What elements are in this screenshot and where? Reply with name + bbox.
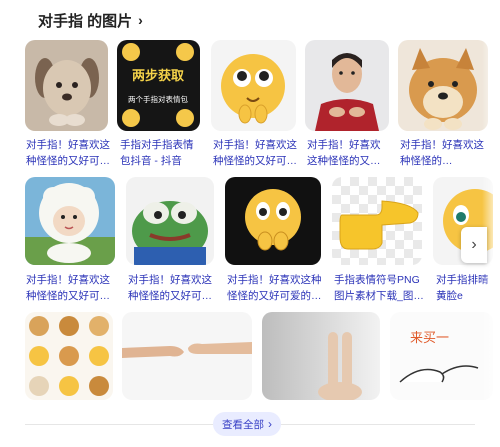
thumbnail-overlay-text: 两步获取 [132,68,185,84]
chevron-right-icon: › [138,12,143,28]
view-all-button[interactable]: 查看全部 › [213,412,281,436]
image-thumbnail[interactable] [225,177,321,265]
image-caption[interactable]: 对手指！好喜欢这种怪怪的又好可… [26,272,116,304]
image-caption[interactable]: 对手指！好喜欢这种怪怪的… [400,137,490,169]
image-thumbnail[interactable] [126,177,214,265]
chevron-right-icon: › [471,236,477,253]
section-title: 对手指 的图片 [38,12,133,30]
carousel-fade [482,30,500,405]
image-caption[interactable]: 手指对手指表情包抖音 - 抖音 [120,137,202,169]
image-thumbnail[interactable] [332,177,422,265]
image-caption[interactable]: 对手指！好喜欢这种怪怪的又好可爱的… [227,272,323,304]
image-caption[interactable]: 手指表情符号PNG图片素材下载_图… [334,272,424,304]
image-caption[interactable]: 对手指！好喜欢这种怪怪的又… [307,137,389,169]
section-header[interactable]: 对手指 的图片 › [38,9,143,31]
image-thumbnail[interactable] [211,40,296,131]
image-thumbnail[interactable] [25,40,108,131]
image-thumbnail[interactable] [25,177,115,265]
carousel-next-button[interactable]: › [461,227,487,263]
image-thumbnail[interactable] [262,312,380,400]
image-caption[interactable]: 对手指！好喜欢这种怪怪的又好可… [26,137,110,169]
image-thumbnail[interactable] [122,312,252,400]
image-thumbnail[interactable] [25,312,113,400]
view-all-label: 查看全部 [222,418,264,431]
image-thumbnail[interactable]: 两步获取 两个手指对表情包 [117,40,200,131]
thumbnail-overlay-text: 两个手指对表情包 [128,94,188,104]
thumbnail-overlay-text: 来买一 [410,331,449,346]
image-thumbnail[interactable] [398,40,488,131]
image-thumbnail[interactable] [305,40,389,131]
image-thumbnail[interactable]: 来买一 [390,312,493,400]
chevron-right-icon: › [268,417,272,431]
image-caption[interactable]: 对手指！好喜欢这种怪怪的又好可… [213,137,297,169]
image-caption[interactable]: 对手指！好喜欢这种怪怪的又好可… [128,272,216,304]
